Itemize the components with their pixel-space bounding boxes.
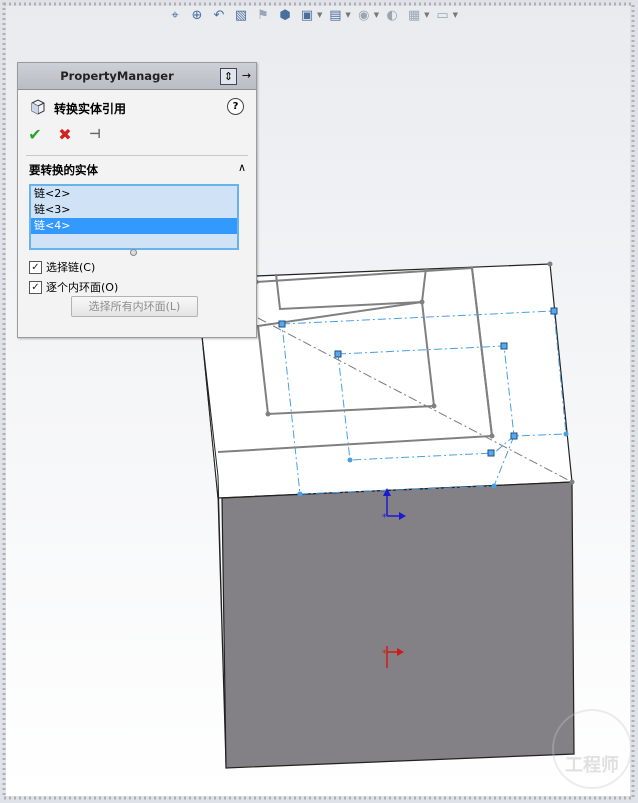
feature-row: 转换实体引用 ? — [28, 97, 246, 119]
monitor-icon[interactable]: ▭ — [434, 6, 452, 24]
chevron-down-icon[interactable]: ▼ — [453, 11, 458, 19]
chevron-down-icon[interactable]: ▼ — [374, 11, 379, 19]
chevron-down-icon[interactable]: ▼ — [424, 11, 429, 19]
select-chain-option[interactable]: ✓ 选择链(C) — [29, 259, 95, 275]
apply-scene-icon[interactable]: ◐ — [383, 6, 401, 24]
zoom-to-fit-icon[interactable]: ⌖ — [166, 6, 184, 24]
convert-entities-icon — [31, 99, 45, 115]
cancel-button[interactable]: ✖ — [56, 125, 74, 144]
previous-view-icon[interactable]: ↶ — [210, 6, 228, 24]
divider — [26, 155, 248, 156]
view-settings-icon[interactable]: ▦ — [405, 6, 423, 24]
inner-loops-checkbox[interactable]: ✓ — [29, 280, 42, 294]
listbox-resize-handle[interactable] — [130, 249, 137, 256]
action-buttons: ✔ ✖ ⊣ — [26, 125, 104, 144]
select-chain-checkbox[interactable]: ✓ — [29, 260, 42, 274]
svg-text:*: * — [382, 649, 387, 659]
feature-name: 转换实体引用 — [54, 102, 127, 116]
heads-up-view-toolbar: ⌖ ⊕ ↶ ▧ ⚑ ⬢ ▣ ▼ ▤ ▼ ◉ ▼ ◐ ▦ ▼ ▭ ▼ — [166, 4, 458, 26]
ok-button[interactable]: ✔ — [26, 125, 44, 144]
list-item[interactable]: 链<2> — [31, 186, 237, 202]
svg-text:*: * — [382, 513, 387, 523]
list-item[interactable]: 链<3> — [31, 202, 237, 218]
list-item-selected[interactable]: 链<4> — [31, 218, 237, 234]
block-front-face[interactable] — [221, 481, 575, 769]
select-chain-label: 选择链(C) — [46, 261, 96, 274]
chevron-down-icon[interactable]: ▼ — [317, 11, 322, 19]
inner-loops-option[interactable]: ✓ 逐个内环面(O) — [29, 279, 118, 295]
keep-visible-pin-icon[interactable]: ⊣ — [86, 127, 104, 142]
zoom-area-icon[interactable]: ⊕ — [188, 6, 206, 24]
view-orientation-icon[interactable]: ⬢ — [276, 6, 294, 24]
expand-panel-icon[interactable]: ⇕ — [220, 68, 237, 85]
property-manager-title: PropertyManager — [60, 69, 174, 83]
select-all-inner-loops-button[interactable]: 选择所有内环面(L) — [71, 296, 198, 317]
property-manager-header: PropertyManager ⇕ → — [18, 63, 256, 90]
property-manager-panel: PropertyManager ⇕ → 转换实体引用 ? ✔ ✖ ⊣ 要转换的实… — [17, 62, 257, 338]
group-title: 要转换的实体 — [29, 163, 98, 177]
help-icon[interactable]: ? — [227, 98, 244, 115]
entities-listbox[interactable]: 链<2> 链<3> 链<4> — [29, 184, 239, 250]
edit-appearance-icon[interactable]: ◉ — [355, 6, 373, 24]
chevron-down-icon[interactable]: ▼ — [345, 11, 350, 19]
display-style-icon[interactable]: ▣ — [298, 6, 316, 24]
hide-show-items-icon[interactable]: ▤ — [326, 6, 344, 24]
chevron-up-icon[interactable]: ∧ — [238, 161, 246, 174]
pin-icon[interactable]: → — [239, 68, 254, 83]
block-top-face[interactable] — [201, 263, 573, 499]
section-view-icon[interactable]: ▧ — [232, 6, 250, 24]
inner-loops-label: 逐个内环面(O) — [46, 281, 119, 294]
dynamic-annotation-icon[interactable]: ⚑ — [254, 6, 272, 24]
watermark-logo: 工程师 — [552, 709, 630, 789]
